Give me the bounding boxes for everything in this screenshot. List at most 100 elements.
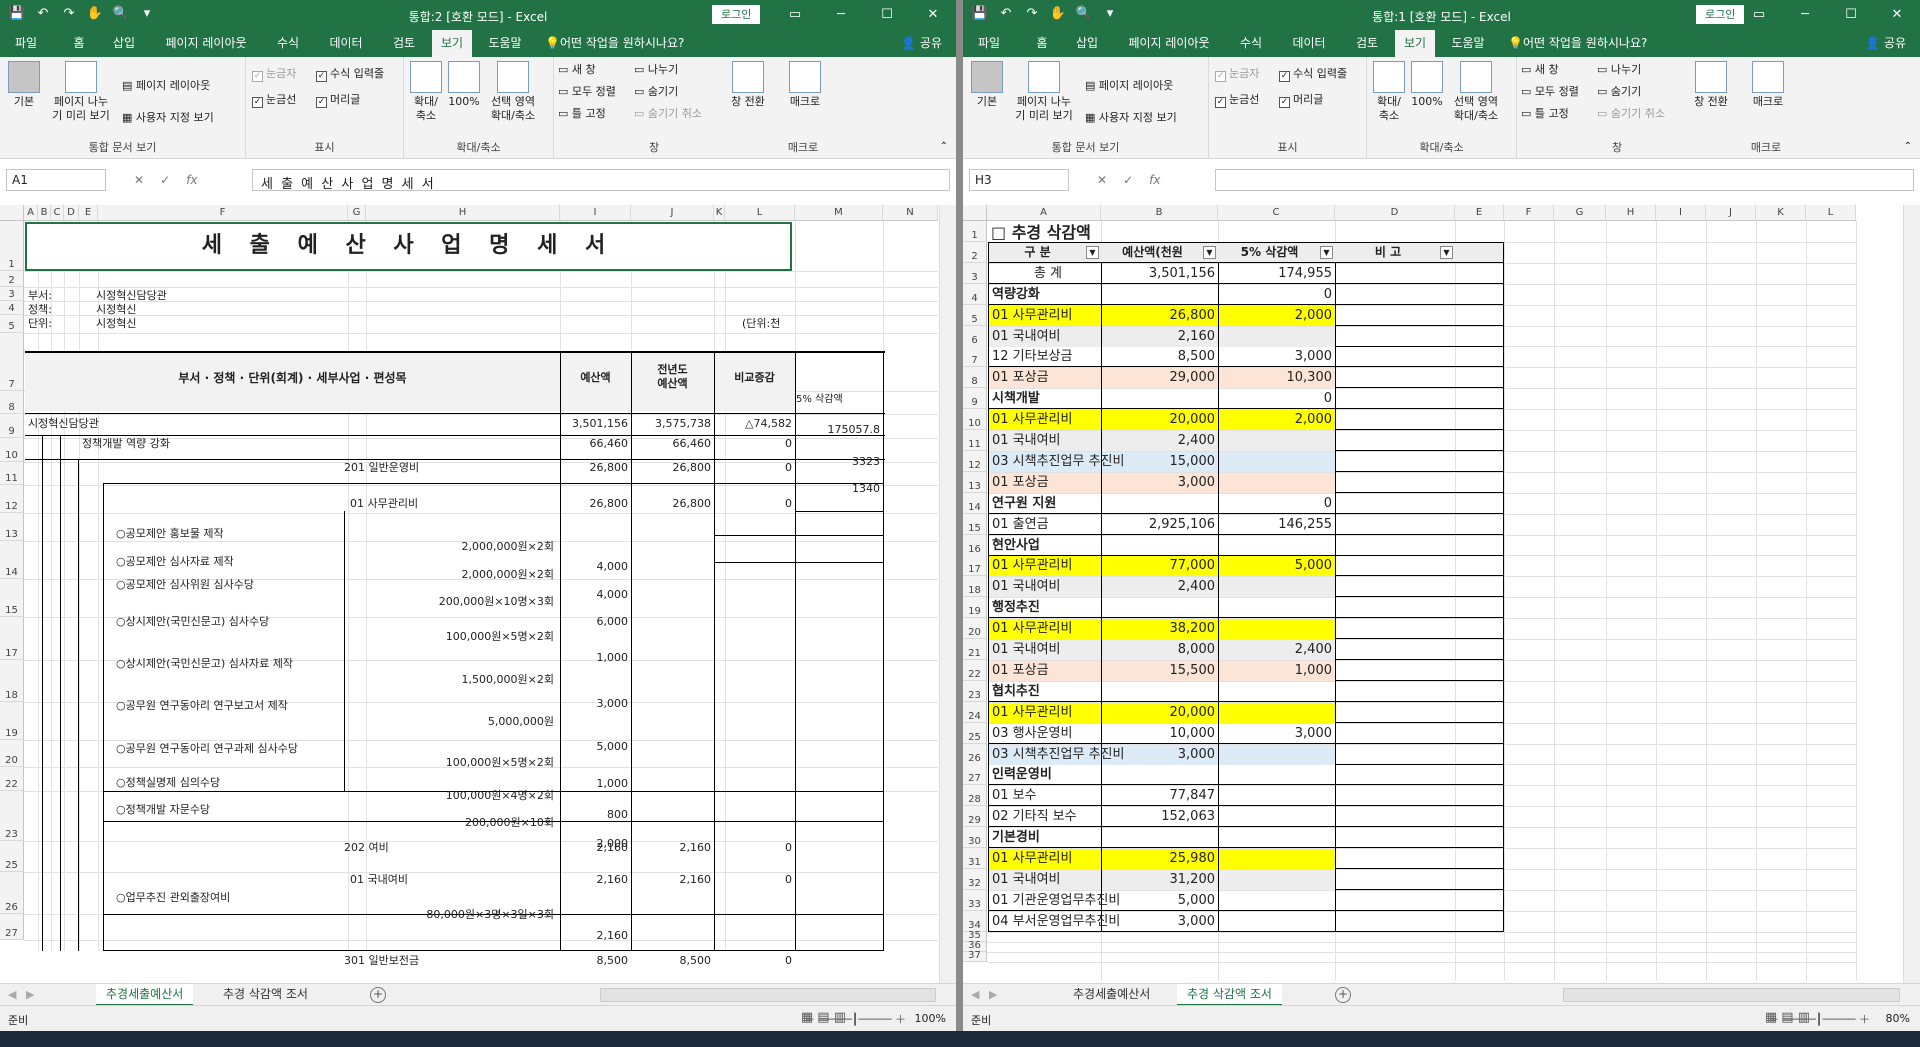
row-header[interactable]: 28 <box>963 785 987 806</box>
column-header[interactable]: B <box>1101 205 1218 221</box>
select-all-corner[interactable] <box>963 205 987 221</box>
formula-bar-checkbox[interactable]: ✓ 수식 입력줄 <box>1279 65 1347 82</box>
page-break-preview-button[interactable]: 페이지 나누 기 미리 보기 <box>1011 61 1077 123</box>
column-header[interactable]: E <box>79 205 98 221</box>
share-button[interactable]: 👤 공유 <box>901 30 942 57</box>
tab-도움말[interactable]: 도움말 <box>1445 30 1491 57</box>
row-header[interactable]: 27 <box>0 914 24 940</box>
column-header[interactable]: L <box>725 205 795 221</box>
row-header[interactable]: 7 <box>0 333 24 391</box>
row-header[interactable]: 1 <box>0 221 24 271</box>
add-sheet-icon[interactable]: + <box>370 987 386 1003</box>
row-header[interactable]: 29 <box>963 806 987 827</box>
close-icon[interactable]: ✕ <box>910 0 956 30</box>
row-header[interactable]: 26 <box>963 744 987 765</box>
page-break-preview-button[interactable]: 페이지 나누 기 미리 보기 <box>48 61 114 123</box>
zoom-slider[interactable]: － ─────┃───── ＋ <box>804 1011 906 1027</box>
hide-button[interactable]: ▭ 숨기기 <box>634 83 678 99</box>
row-header[interactable]: 14 <box>963 493 987 514</box>
tab-검토[interactable]: 검토 <box>384 30 424 57</box>
tab-보기[interactable]: 보기 <box>1395 30 1435 57</box>
macros-button[interactable]: 매크로 <box>782 61 828 109</box>
tab-데이터[interactable]: 데이터 <box>320 30 372 57</box>
column-header[interactable]: N <box>883 205 938 221</box>
column-header[interactable]: G <box>1554 205 1606 221</box>
row-header[interactable]: 6 <box>963 326 987 347</box>
row-header[interactable]: 9 <box>0 414 24 438</box>
enter-icon[interactable]: ✓ <box>1123 169 1133 191</box>
row-header[interactable]: 8 <box>0 391 24 414</box>
formula-bar-checkbox[interactable]: ✓ 수식 입력줄 <box>316 65 384 82</box>
minimize-icon[interactable]: ─ <box>1782 0 1828 30</box>
row-header[interactable]: 13 <box>0 513 24 541</box>
zoom-button[interactable]: 확대/ 축소 <box>408 61 444 123</box>
horizontal-scrollbar[interactable] <box>1563 988 1900 1002</box>
cancel-icon[interactable]: ✕ <box>134 169 144 191</box>
scroll-tabs-left-icon[interactable]: ◀ <box>8 988 16 1001</box>
close-icon[interactable]: ✕ <box>1874 0 1920 30</box>
column-header[interactable]: A <box>24 205 38 221</box>
formula-input[interactable]: 세 출 예 산 사 업 명 세 서 <box>252 169 950 192</box>
column-header[interactable]: C <box>51 205 64 221</box>
zoom-selection-button[interactable]: 선택 영역 확대/축소 <box>482 61 544 123</box>
tab-파일[interactable]: 파일 <box>8 30 44 57</box>
row-header[interactable]: 11 <box>0 462 24 485</box>
enter-icon[interactable]: ✓ <box>160 169 170 191</box>
tab-삽입[interactable]: 삽입 <box>104 30 144 57</box>
page-layout-view-button[interactable]: ▤ 페이지 레이아웃 <box>122 77 210 93</box>
sheet-tab-1[interactable]: 추경세출예산서 <box>96 984 194 1006</box>
normal-view-button[interactable]: 기본 <box>4 61 44 109</box>
select-all-corner[interactable] <box>0 205 24 221</box>
row-header[interactable]: 22 <box>0 767 24 791</box>
filter-dropdown-icon[interactable]: ▼ <box>1086 246 1099 259</box>
row-header[interactable]: 21 <box>963 639 987 660</box>
zoom-100-button[interactable]: 100% <box>448 61 480 109</box>
column-header[interactable]: H <box>366 205 560 221</box>
row-header[interactable]: 3 <box>963 263 987 284</box>
row-header[interactable]: 16 <box>963 535 987 556</box>
hide-button[interactable]: ▭ 숨기기 <box>1597 83 1641 99</box>
tab-홈[interactable]: 홈 <box>1027 30 1057 57</box>
tab-홈[interactable]: 홈 <box>64 30 94 57</box>
row-header[interactable]: 14 <box>0 541 24 579</box>
column-header[interactable]: C <box>1218 205 1335 221</box>
arrange-all-button[interactable]: ▭ 모두 정렬 <box>558 83 616 99</box>
row-header[interactable]: 32 <box>963 869 987 890</box>
collapse-ribbon-icon[interactable]: ⌃ <box>940 141 948 152</box>
row-header[interactable]: 20 <box>963 618 987 639</box>
name-box[interactable]: H3 <box>969 169 1069 191</box>
column-header[interactable]: D <box>64 205 79 221</box>
switch-windows-button[interactable]: 창 전환 <box>1689 61 1733 109</box>
ruler-checkbox[interactable]: ✓ 눈금자 <box>252 65 296 82</box>
tab-데이터[interactable]: 데이터 <box>1283 30 1335 57</box>
row-header[interactable]: 17 <box>963 555 987 576</box>
add-sheet-icon[interactable]: + <box>1335 987 1351 1003</box>
row-header[interactable]: 3 <box>0 287 24 301</box>
freeze-panes-button[interactable]: ▭ 틀 고정 <box>558 105 606 121</box>
switch-windows-button[interactable]: 창 전환 <box>726 61 770 109</box>
tell-me-search[interactable]: 💡어떤 작업을 원하시나요? <box>545 30 684 57</box>
maximize-icon[interactable]: ☐ <box>864 0 910 30</box>
column-header[interactable]: F <box>1504 205 1554 221</box>
maximize-icon[interactable]: ☐ <box>1828 0 1874 30</box>
filter-dropdown-icon[interactable]: ▼ <box>1203 246 1216 259</box>
split-button[interactable]: ▭ 나누기 <box>634 61 678 77</box>
ribbon-display-icon[interactable]: ▭ <box>772 0 818 30</box>
row-header[interactable]: 8 <box>963 367 987 388</box>
row-header[interactable]: 9 <box>963 388 987 409</box>
row-header[interactable]: 5 <box>0 315 24 333</box>
zoom-selection-button[interactable]: 선택 영역 확대/축소 <box>1445 61 1507 123</box>
tab-검토[interactable]: 검토 <box>1347 30 1387 57</box>
row-header[interactable]: 5 <box>963 305 987 326</box>
vertical-scrollbar[interactable] <box>1903 205 1920 983</box>
headings-checkbox[interactable]: ✓ 머리글 <box>316 91 360 108</box>
headings-checkbox[interactable]: ✓ 머리글 <box>1279 91 1323 108</box>
cancel-icon[interactable]: ✕ <box>1097 169 1107 191</box>
tab-수식[interactable]: 수식 <box>268 30 308 57</box>
row-header[interactable]: 4 <box>0 301 24 315</box>
row-header[interactable]: 19 <box>0 702 24 740</box>
row-header[interactable]: 25 <box>963 723 987 744</box>
row-header[interactable]: 19 <box>963 597 987 618</box>
column-header[interactable]: F <box>98 205 348 221</box>
tab-수식[interactable]: 수식 <box>1231 30 1271 57</box>
